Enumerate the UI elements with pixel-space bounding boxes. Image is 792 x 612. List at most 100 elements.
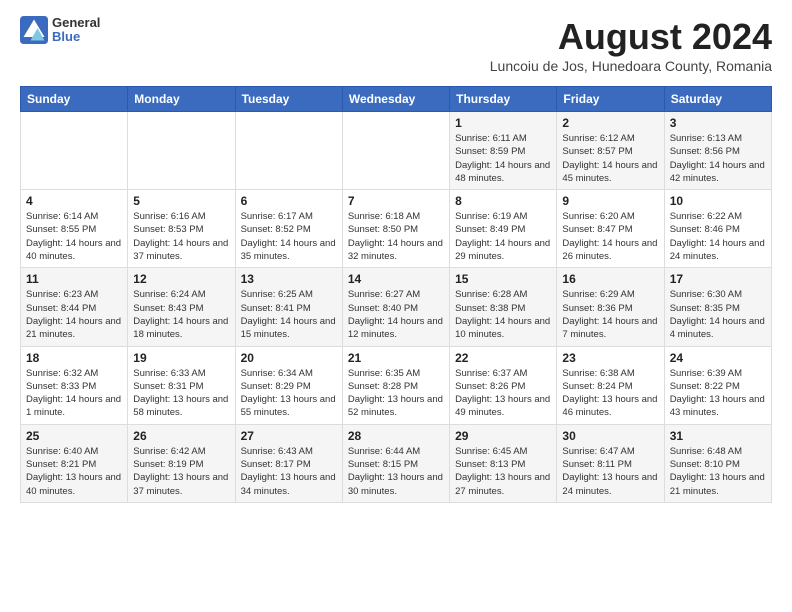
day-number: 7 [348,194,444,208]
day-info: Sunrise: 6:11 AM Sunset: 8:59 PM Dayligh… [455,132,551,185]
week-row-1: 1Sunrise: 6:11 AM Sunset: 8:59 PM Daylig… [21,112,772,190]
day-number: 29 [455,429,551,443]
table-row: 26 Sunrise: 6:42 AM Sunset: 8:19 PM Dayli… [128,424,235,502]
day-info: Sunrise: 6:33 AM Sunset: 8:31 PM Dayligh… [133,367,229,420]
table-row: 7 Sunrise: 6:18 AM Sunset: 8:50 PM Daylig… [342,190,449,268]
table-row: 20 Sunrise: 6:34 AM Sunset: 8:29 PM Dayli… [235,346,342,424]
day-info: Sunrise: 6:38 AM Sunset: 8:24 PM Dayligh… [562,367,658,420]
table-row: 28 Sunrise: 6:44 AM Sunset: 8:15 PM Dayli… [342,424,449,502]
day-info: Sunrise: 6:35 AM Sunset: 8:28 PM Dayligh… [348,367,444,420]
day-info: Sunrise: 6:42 AM Sunset: 8:19 PM Dayligh… [133,445,229,498]
table-row: 2Sunrise: 6:12 AM Sunset: 8:57 PM Daylig… [557,112,664,190]
calendar-table: Sunday Monday Tuesday Wednesday Thursday… [20,86,772,503]
day-number: 8 [455,194,551,208]
table-row: 24 Sunrise: 6:39 AM Sunset: 8:22 PM Dayli… [664,346,771,424]
table-row: 25Sunrise: 6:40 AM Sunset: 8:21 PM Dayli… [21,424,128,502]
header-tuesday: Tuesday [235,87,342,112]
day-number: 25 [26,429,122,443]
table-row: 10Sunrise: 6:22 AM Sunset: 8:46 PM Dayli… [664,190,771,268]
table-row: 29 Sunrise: 6:45 AM Sunset: 8:13 PM Dayli… [450,424,557,502]
title-block: August 2024 Luncoiu de Jos, Hunedoara Co… [490,16,772,82]
table-row: 27 Sunrise: 6:43 AM Sunset: 8:17 PM Dayli… [235,424,342,502]
day-info: Sunrise: 6:39 AM Sunset: 8:22 PM Dayligh… [670,367,766,420]
day-number: 23 [562,351,658,365]
table-row [128,112,235,190]
day-info: Sunrise: 6:44 AM Sunset: 8:15 PM Dayligh… [348,445,444,498]
header-monday: Monday [128,87,235,112]
day-info: Sunrise: 6:13 AM Sunset: 8:56 PM Dayligh… [670,132,766,185]
table-row: 13Sunrise: 6:25 AM Sunset: 8:41 PM Dayli… [235,268,342,346]
day-info: Sunrise: 6:27 AM Sunset: 8:40 PM Dayligh… [348,288,444,341]
week-row-2: 4 Sunrise: 6:14 AM Sunset: 8:55 PM Daylig… [21,190,772,268]
table-row: 8Sunrise: 6:19 AM Sunset: 8:49 PM Daylig… [450,190,557,268]
day-info: Sunrise: 6:22 AM Sunset: 8:46 PM Dayligh… [670,210,766,263]
day-number: 15 [455,272,551,286]
table-row: 1Sunrise: 6:11 AM Sunset: 8:59 PM Daylig… [450,112,557,190]
header-wednesday: Wednesday [342,87,449,112]
day-info: Sunrise: 6:24 AM Sunset: 8:43 PM Dayligh… [133,288,229,341]
table-row: 23 Sunrise: 6:38 AM Sunset: 8:24 PM Dayli… [557,346,664,424]
header-friday: Friday [557,87,664,112]
week-row-3: 11 Sunrise: 6:23 AM Sunset: 8:44 PM Dayli… [21,268,772,346]
week-row-5: 25Sunrise: 6:40 AM Sunset: 8:21 PM Dayli… [21,424,772,502]
table-row: 19Sunrise: 6:33 AM Sunset: 8:31 PM Dayli… [128,346,235,424]
day-number: 21 [348,351,444,365]
day-info: Sunrise: 6:20 AM Sunset: 8:47 PM Dayligh… [562,210,658,263]
day-number: 20 [241,351,337,365]
day-number: 9 [562,194,658,208]
table-row: 15 Sunrise: 6:28 AM Sunset: 8:38 PM Dayli… [450,268,557,346]
table-row: 9 Sunrise: 6:20 AM Sunset: 8:47 PM Daylig… [557,190,664,268]
day-info: Sunrise: 6:14 AM Sunset: 8:55 PM Dayligh… [26,210,122,263]
day-info: Sunrise: 6:29 AM Sunset: 8:36 PM Dayligh… [562,288,658,341]
day-number: 18 [26,351,122,365]
day-info: Sunrise: 6:18 AM Sunset: 8:50 PM Dayligh… [348,210,444,263]
table-row: 14 Sunrise: 6:27 AM Sunset: 8:40 PM Dayli… [342,268,449,346]
day-number: 26 [133,429,229,443]
day-info: Sunrise: 6:28 AM Sunset: 8:38 PM Dayligh… [455,288,551,341]
week-row-4: 18 Sunrise: 6:32 AM Sunset: 8:33 PM Dayli… [21,346,772,424]
table-row: 22Sunrise: 6:37 AM Sunset: 8:26 PM Dayli… [450,346,557,424]
page: General Blue August 2024 Luncoiu de Jos,… [0,0,792,612]
location-subtitle: Luncoiu de Jos, Hunedoara County, Romani… [490,58,772,74]
day-number: 11 [26,272,122,286]
day-info: Sunrise: 6:23 AM Sunset: 8:44 PM Dayligh… [26,288,122,341]
logo-icon [20,16,48,44]
day-number: 13 [241,272,337,286]
table-row [21,112,128,190]
day-number: 30 [562,429,658,443]
day-number: 12 [133,272,229,286]
table-row: 21 Sunrise: 6:35 AM Sunset: 8:28 PM Dayli… [342,346,449,424]
day-info: Sunrise: 6:45 AM Sunset: 8:13 PM Dayligh… [455,445,551,498]
calendar-header-row: Sunday Monday Tuesday Wednesday Thursday… [21,87,772,112]
day-number: 24 [670,351,766,365]
day-info: Sunrise: 6:12 AM Sunset: 8:57 PM Dayligh… [562,132,658,185]
logo-general-label: General [52,16,100,30]
day-info: Sunrise: 6:30 AM Sunset: 8:35 PM Dayligh… [670,288,766,341]
day-number: 14 [348,272,444,286]
table-row: 4 Sunrise: 6:14 AM Sunset: 8:55 PM Daylig… [21,190,128,268]
logo-blue-label: Blue [52,30,100,44]
day-number: 27 [241,429,337,443]
day-info: Sunrise: 6:37 AM Sunset: 8:26 PM Dayligh… [455,367,551,420]
table-row: 17 Sunrise: 6:30 AM Sunset: 8:35 PM Dayli… [664,268,771,346]
day-number: 16 [562,272,658,286]
table-row [342,112,449,190]
day-info: Sunrise: 6:16 AM Sunset: 8:53 PM Dayligh… [133,210,229,263]
header: General Blue August 2024 Luncoiu de Jos,… [20,16,772,82]
table-row: 6Sunrise: 6:17 AM Sunset: 8:52 PM Daylig… [235,190,342,268]
table-row: 5 Sunrise: 6:16 AM Sunset: 8:53 PM Daylig… [128,190,235,268]
day-number: 28 [348,429,444,443]
day-number: 17 [670,272,766,286]
day-info: Sunrise: 6:47 AM Sunset: 8:11 PM Dayligh… [562,445,658,498]
table-row: 18 Sunrise: 6:32 AM Sunset: 8:33 PM Dayli… [21,346,128,424]
day-number: 4 [26,194,122,208]
table-row: 31Sunrise: 6:48 AM Sunset: 8:10 PM Dayli… [664,424,771,502]
day-info: Sunrise: 6:34 AM Sunset: 8:29 PM Dayligh… [241,367,337,420]
table-row [235,112,342,190]
table-row: 3Sunrise: 6:13 AM Sunset: 8:56 PM Daylig… [664,112,771,190]
day-info: Sunrise: 6:43 AM Sunset: 8:17 PM Dayligh… [241,445,337,498]
day-info: Sunrise: 6:32 AM Sunset: 8:33 PM Dayligh… [26,367,122,420]
day-number: 5 [133,194,229,208]
table-row: 11 Sunrise: 6:23 AM Sunset: 8:44 PM Dayli… [21,268,128,346]
logo: General Blue [20,16,100,45]
